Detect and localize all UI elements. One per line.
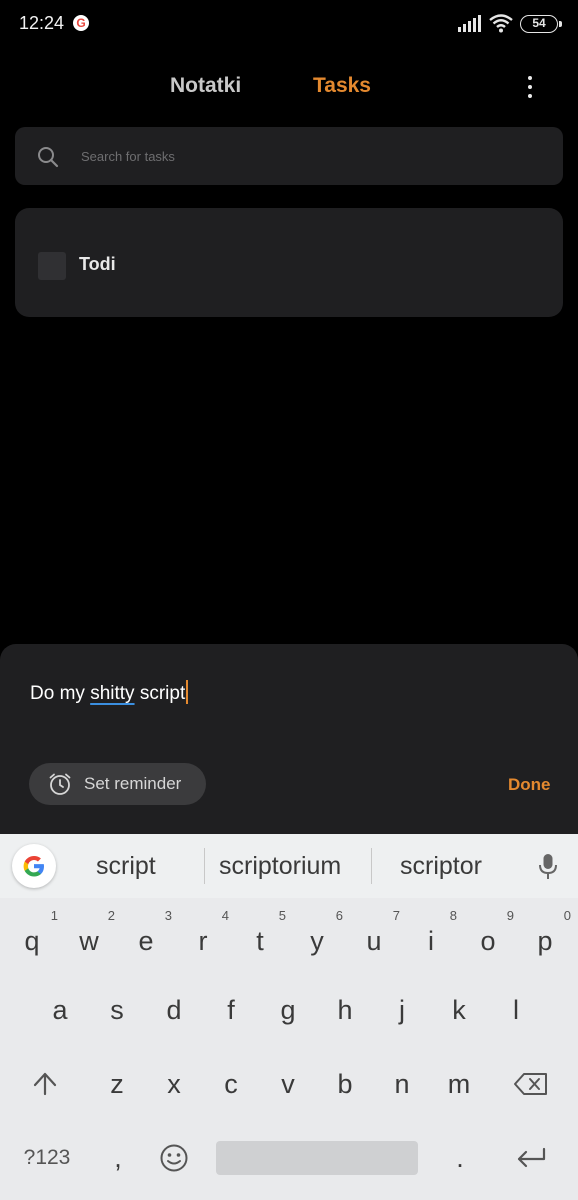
- signal-icon: [458, 15, 481, 32]
- key-k[interactable]: k: [431, 985, 487, 1035]
- key-u[interactable]: u7: [346, 908, 402, 966]
- shift-arrow-icon: [33, 1072, 57, 1096]
- key-v[interactable]: v: [260, 1059, 316, 1109]
- task-checkbox[interactable]: [38, 252, 66, 280]
- emoji-icon: [160, 1144, 188, 1172]
- battery-icon: 54: [520, 15, 562, 33]
- text-cursor: [186, 680, 189, 704]
- alarm-clock-icon: [49, 773, 71, 795]
- key-s[interactable]: s: [89, 985, 145, 1035]
- key-w[interactable]: w2: [61, 908, 117, 966]
- key-z[interactable]: z: [89, 1059, 145, 1109]
- search-input[interactable]: [81, 127, 541, 185]
- set-reminder-button[interactable]: Set reminder: [29, 763, 206, 805]
- space-bar[interactable]: [216, 1141, 418, 1175]
- suggestion-1[interactable]: script: [96, 852, 156, 881]
- symbols-key[interactable]: ?123: [10, 1133, 84, 1183]
- comma-key[interactable]: ,: [90, 1133, 146, 1183]
- key-h[interactable]: h: [317, 985, 373, 1035]
- backspace-key[interactable]: [503, 1059, 559, 1109]
- key-y[interactable]: y6: [289, 908, 345, 966]
- tab-notatki[interactable]: Notatki: [170, 74, 241, 98]
- new-task-text-start: Do my: [30, 683, 91, 704]
- enter-arrow-icon: [517, 1147, 546, 1168]
- key-j[interactable]: j: [374, 985, 430, 1035]
- google-g-icon: [23, 856, 44, 877]
- microphone-icon[interactable]: [536, 852, 560, 882]
- search-icon: [38, 147, 59, 168]
- key-x[interactable]: x: [146, 1059, 202, 1109]
- suggestion-2[interactable]: scriptorium: [219, 852, 341, 881]
- enter-key[interactable]: [503, 1133, 559, 1183]
- backspace-icon: [514, 1073, 547, 1095]
- key-c[interactable]: c: [203, 1059, 259, 1109]
- suggestion-divider: [204, 848, 205, 884]
- suggestion-bar: script scriptorium scriptor: [0, 834, 578, 898]
- new-task-input[interactable]: Do my shitty script: [30, 680, 189, 705]
- suggestion-divider: [371, 848, 372, 884]
- period-key[interactable]: .: [432, 1133, 488, 1183]
- google-notification-icon: G: [73, 15, 89, 31]
- key-b[interactable]: b: [317, 1059, 373, 1109]
- wifi-icon: [489, 14, 513, 33]
- key-o[interactable]: o9: [460, 908, 516, 966]
- key-p[interactable]: p0: [517, 908, 573, 966]
- more-vertical-icon[interactable]: [518, 72, 542, 104]
- status-time: 12:24: [19, 13, 65, 33]
- tab-tasks[interactable]: Tasks: [313, 74, 371, 98]
- new-task-sheet: Do my shitty script Set reminder Done: [0, 644, 578, 834]
- new-task-text-end: script: [134, 683, 186, 704]
- search-bar[interactable]: [15, 127, 563, 185]
- key-i[interactable]: i8: [403, 908, 459, 966]
- emoji-key[interactable]: [146, 1133, 202, 1183]
- key-t[interactable]: t5: [232, 908, 288, 966]
- task-title: Todi: [79, 254, 116, 274]
- key-l[interactable]: l: [488, 985, 544, 1035]
- misspelled-word[interactable]: shitty: [90, 683, 134, 704]
- key-g[interactable]: g: [260, 985, 316, 1035]
- status-bar: 12:24 G 54: [0, 0, 578, 48]
- key-n[interactable]: n: [374, 1059, 430, 1109]
- key-r[interactable]: r4: [175, 908, 231, 966]
- set-reminder-label: Set reminder: [84, 774, 182, 793]
- task-item[interactable]: Todi: [15, 208, 563, 317]
- key-q[interactable]: q1: [4, 908, 60, 966]
- shift-key[interactable]: [17, 1059, 73, 1109]
- soft-keyboard: script scriptorium scriptor q1 w2 e3 r4 …: [0, 834, 578, 1200]
- google-logo-button[interactable]: [12, 844, 56, 888]
- key-m[interactable]: m: [431, 1059, 487, 1109]
- key-d[interactable]: d: [146, 985, 202, 1035]
- key-a[interactable]: a: [32, 985, 88, 1035]
- done-button[interactable]: Done: [508, 775, 551, 795]
- key-e[interactable]: e3: [118, 908, 174, 966]
- key-f[interactable]: f: [203, 985, 259, 1035]
- suggestion-3[interactable]: scriptor: [400, 852, 482, 881]
